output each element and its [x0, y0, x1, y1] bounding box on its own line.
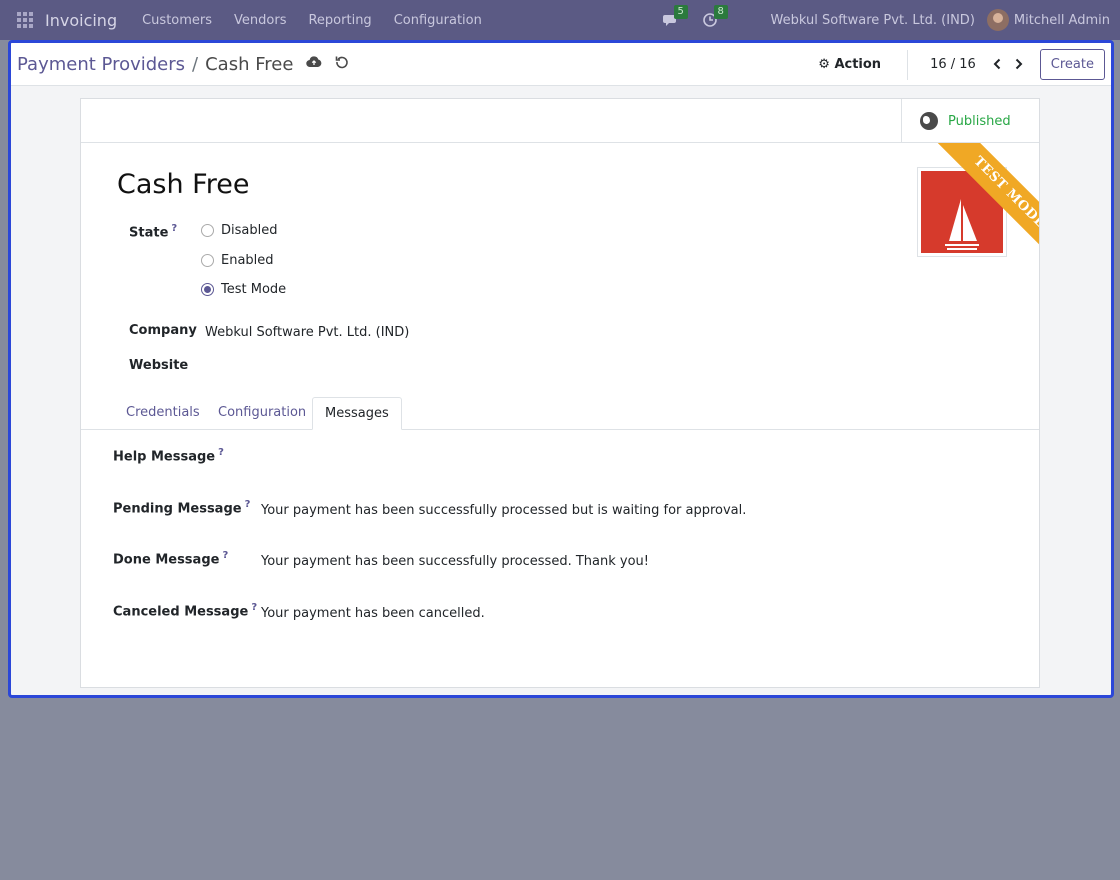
company-field[interactable]: Webkul Software Pvt. Ltd. (IND): [205, 325, 409, 340]
record-title[interactable]: Cash Free: [117, 169, 249, 200]
canceled-message-label-text: Canceled Message: [113, 604, 249, 620]
published-button[interactable]: Published: [901, 99, 1039, 143]
breadcrumb-current: Cash Free: [205, 53, 294, 75]
state-label: State?: [129, 223, 177, 240]
published-label: Published: [948, 113, 1011, 129]
ribbon-container: TEST MODE: [899, 143, 1039, 283]
canceled-message-label: Canceled Message?: [113, 602, 257, 619]
website-label: Website: [129, 358, 189, 373]
button-box: Published: [81, 99, 1039, 143]
state-option-label: Test Mode: [221, 282, 287, 297]
done-message-label-text: Done Message: [113, 552, 220, 568]
breadcrumb-parent[interactable]: Payment Providers: [17, 54, 185, 75]
action-label: Action: [834, 57, 882, 72]
done-message-label: Done Message?: [113, 550, 228, 567]
breadcrumb-separator: /: [192, 53, 199, 75]
test-mode-ribbon: TEST MODE: [927, 143, 1039, 275]
help-tooltip-icon[interactable]: ?: [218, 447, 224, 458]
create-button[interactable]: Create: [1039, 49, 1105, 80]
pager-value[interactable]: 16 / 16: [930, 57, 976, 72]
user-name: Mitchell Admin: [1013, 12, 1110, 28]
menu-vendors[interactable]: Vendors: [223, 13, 297, 28]
control-panel-right: ⚙ Action 16 / 16 Create: [818, 43, 1105, 86]
done-message-field[interactable]: Your payment has been successfully proce…: [261, 554, 649, 569]
top-navbar: Invoicing Customers Vendors Reporting Co…: [0, 0, 1120, 40]
divider: [907, 49, 909, 80]
messages-count-badge: 5: [673, 5, 688, 19]
menu-reporting[interactable]: Reporting: [297, 13, 382, 28]
help-tooltip-icon[interactable]: ?: [251, 602, 257, 613]
pending-message-label-text: Pending Message: [113, 501, 242, 517]
gear-icon: ⚙: [818, 57, 830, 72]
company-label: Company: [129, 323, 197, 338]
messages-button[interactable]: 5: [662, 5, 688, 30]
menu-configuration[interactable]: Configuration: [383, 13, 493, 28]
cloud-upload-icon[interactable]: [306, 56, 322, 72]
help-tooltip-icon[interactable]: ?: [171, 223, 177, 234]
globe-icon: [920, 112, 938, 130]
help-message-label-text: Help Message: [113, 449, 216, 465]
app-name[interactable]: Invoicing: [45, 11, 117, 30]
state-option-test-mode[interactable]: Test Mode: [201, 282, 286, 297]
avatar: [986, 9, 1009, 31]
state-option-label: Disabled: [221, 223, 278, 238]
pager-previous-icon[interactable]: [992, 55, 1002, 74]
help-tooltip-icon[interactable]: ?: [222, 550, 228, 561]
discard-icon[interactable]: [335, 55, 349, 73]
form-view: Payment Providers / Cash Free ⚙ Action 1…: [8, 40, 1114, 698]
help-message-label: Help Message?: [113, 447, 224, 464]
form-sheet: Published TEST MODE Cash Free State? Dis…: [80, 98, 1040, 688]
state-option-disabled[interactable]: Disabled: [201, 223, 277, 238]
notebook-tabs: Credentials Configuration Messages: [81, 397, 1039, 430]
tab-configuration[interactable]: Configuration: [206, 397, 318, 430]
activities-button[interactable]: 8: [702, 5, 728, 30]
state-option-enabled[interactable]: Enabled: [201, 253, 274, 268]
canceled-message-field[interactable]: Your payment has been cancelled.: [261, 606, 485, 621]
menu-customers[interactable]: Customers: [131, 13, 223, 28]
activities-count-badge: 8: [713, 5, 728, 19]
radio-enabled[interactable]: [201, 254, 214, 267]
systray: 5 8 Webkul Software Pvt. Ltd. (IND) Mitc…: [662, 0, 1120, 40]
app-menu-icon[interactable]: [17, 12, 33, 28]
company-switcher[interactable]: Webkul Software Pvt. Ltd. (IND): [771, 13, 975, 28]
tab-credentials[interactable]: Credentials: [114, 397, 212, 430]
state-option-label: Enabled: [221, 253, 274, 268]
tab-messages[interactable]: Messages: [312, 397, 402, 430]
radio-test-mode[interactable]: [201, 283, 214, 296]
pending-message-label: Pending Message?: [113, 499, 250, 516]
main-menu: Customers Vendors Reporting Configuratio…: [131, 13, 493, 28]
user-menu[interactable]: Mitchell Admin: [986, 9, 1110, 31]
state-label-text: State: [129, 225, 169, 241]
pager-next-icon[interactable]: [1014, 55, 1024, 74]
action-button[interactable]: ⚙ Action: [818, 57, 881, 72]
control-panel: Payment Providers / Cash Free ⚙ Action 1…: [11, 43, 1111, 86]
pending-message-field[interactable]: Your payment has been successfully proce…: [261, 503, 746, 518]
radio-disabled[interactable]: [201, 224, 214, 237]
help-tooltip-icon[interactable]: ?: [245, 499, 251, 510]
breadcrumb: Payment Providers / Cash Free: [17, 54, 293, 75]
